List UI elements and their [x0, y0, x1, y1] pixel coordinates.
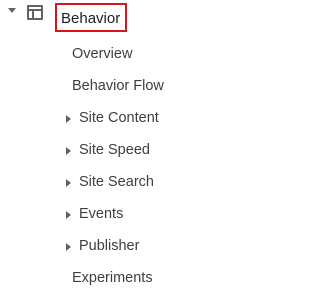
caret-right-icon[interactable] [66, 147, 71, 155]
caret-right-icon[interactable] [66, 243, 71, 251]
behavior-icon [27, 5, 43, 20]
caret-down-icon[interactable] [8, 8, 16, 13]
caret-right-icon[interactable] [66, 179, 71, 187]
caret-right-icon[interactable] [66, 115, 71, 123]
nav-item-events[interactable]: Events [79, 206, 123, 222]
nav-item-site-speed[interactable]: Site Speed [79, 142, 150, 158]
caret-right-icon[interactable] [66, 211, 71, 219]
nav-item-site-search[interactable]: Site Search [79, 174, 154, 190]
sidebar-nav: Behavior Overview Behavior Flow Site Con… [0, 0, 257, 290]
section-label-behavior[interactable]: Behavior [61, 10, 120, 27]
nav-item-site-content[interactable]: Site Content [79, 110, 159, 126]
nav-item-publisher[interactable]: Publisher [79, 238, 139, 254]
nav-item-behavior-flow[interactable]: Behavior Flow [72, 78, 164, 94]
nav-item-experiments[interactable]: Experiments [72, 270, 153, 286]
nav-item-overview[interactable]: Overview [72, 46, 132, 62]
